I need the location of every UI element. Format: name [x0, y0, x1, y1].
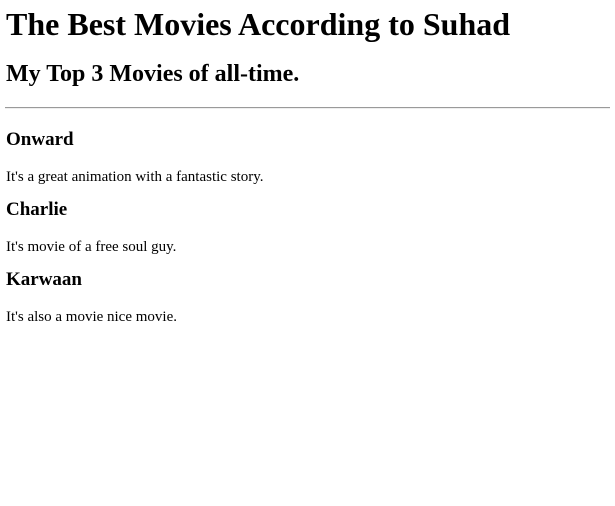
- movie-title: Karwaan: [6, 269, 82, 290]
- movie-item-onward: Onward It's a great animation with a fan…: [6, 129, 609, 186]
- divider: [5, 107, 610, 109]
- page: The Best Movies According to Suhad My To…: [0, 0, 615, 506]
- movie-description: It's movie of a free soul guy.: [6, 239, 177, 255]
- movie-item-karwaan: Karwaan It's also a movie nice movie.: [6, 269, 609, 326]
- movie-description: It's also a movie nice movie.: [6, 309, 177, 325]
- movie-title: Onward: [6, 129, 74, 150]
- movie-description: It's a great animation with a fantastic …: [6, 169, 264, 185]
- page-title: The Best Movies According to Suhad: [6, 6, 511, 42]
- movie-item-charlie: Charlie It's movie of a free soul guy.: [6, 199, 609, 256]
- movie-title: Charlie: [6, 199, 68, 220]
- movie-list: Onward It's a great animation with a fan…: [6, 129, 609, 326]
- page-subtitle: My Top 3 Movies of all-time.: [6, 61, 300, 87]
